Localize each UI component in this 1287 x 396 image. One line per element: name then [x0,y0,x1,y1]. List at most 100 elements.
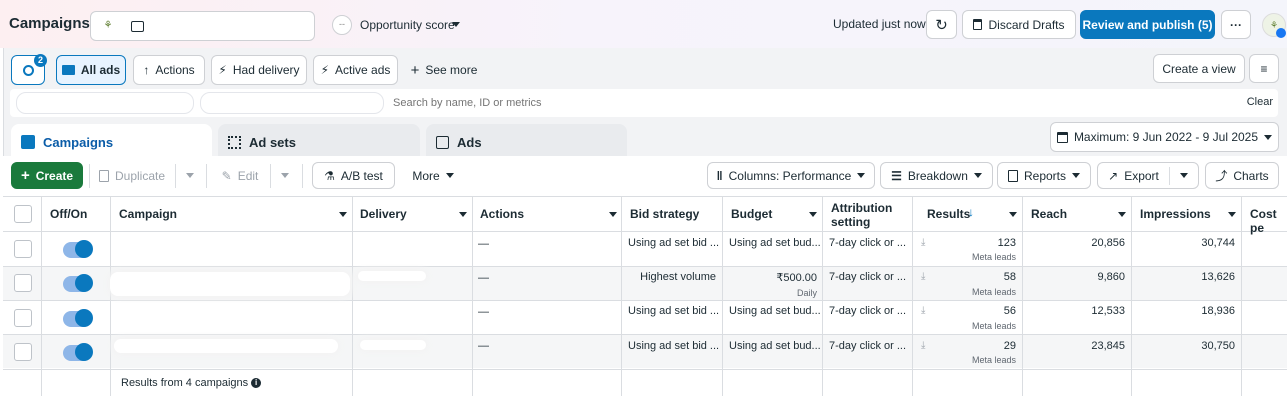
review-and-publish-button[interactable]: Review and publish (5) [1080,10,1215,39]
results-type: Meta leads [971,287,1016,297]
redacted-campaign-name[interactable] [114,339,338,353]
filter-all-ads[interactable]: All ads [56,55,126,85]
header-actions[interactable]: Actions [480,207,524,221]
row-checkbox[interactable] [14,240,32,258]
column-divider [1241,196,1242,396]
tab-ad-sets[interactable]: Ad sets [218,124,420,160]
row-checkbox[interactable] [14,309,32,327]
sort-desc-arrow-icon[interactable]: ↓ [968,205,974,219]
chevron-down-icon[interactable] [452,22,460,27]
download-icon: ⤓ [921,237,926,248]
sort-caret-icon[interactable] [1228,212,1236,217]
ab-test-button[interactable]: ⚗︎ A/B test [312,162,395,189]
bid-strategy-cell: Highest volume [640,271,716,283]
download-icon: ⤓ [921,305,926,316]
results-summary-label: Results from 4 campaigns [121,377,249,389]
search-input[interactable] [393,92,1233,114]
table-border [3,334,1287,335]
header-budget[interactable]: Budget [731,207,772,221]
budget-cell: Using ad set bud... [729,237,821,249]
header-attribution[interactable]: Attribution [831,201,892,215]
budget-cell: ₹500.00 [776,272,817,284]
campaign-toggle[interactable] [63,274,93,292]
campaign-toggle[interactable] [63,309,93,327]
edit-button[interactable]: ✎ Edit [212,162,268,189]
header-impressions[interactable]: Impressions [1140,207,1211,221]
table-border [3,300,1287,301]
date-range-label: Maximum: 9 Jun 2022 - 9 Jul 2025 [1073,130,1259,144]
sort-caret-icon[interactable] [809,212,817,217]
header-bid-strategy[interactable]: Bid strategy [630,207,699,221]
duplicate-icon [98,169,109,182]
sort-caret-icon[interactable] [1009,212,1017,217]
table-border [3,369,1287,370]
row-checkbox[interactable] [14,274,32,292]
impressions-cell: 30,750 [1201,340,1235,352]
header-cost-per-result[interactable]: Cost pe [1250,207,1287,235]
lightning-icon: ⚡︎ [320,63,330,77]
column-divider [352,196,353,396]
export-label: Export [1124,168,1159,183]
discard-drafts-button[interactable]: Discard Drafts [962,10,1076,39]
campaign-toggle[interactable] [63,343,93,361]
export-button[interactable]: ↗ Export [1097,162,1199,189]
columns-button[interactable]: ‖ Columns: Performance [707,162,875,189]
reach-cell: 12,533 [1091,305,1125,317]
chart-icon: ⤴ [1215,169,1228,183]
lightning-icon: ⚡︎ [218,63,227,77]
filter-had-delivery[interactable]: ⚡︎ Had delivery [211,55,307,85]
actions-cell: — [478,340,489,352]
header-delivery[interactable]: Delivery [360,207,407,221]
sort-caret-icon[interactable] [339,212,347,217]
page-title: Campaigns [9,15,90,32]
redacted-campaign-name[interactable] [110,272,350,296]
column-divider [621,196,622,396]
header-results[interactable]: Results [927,207,970,221]
campaign-toggle[interactable] [63,240,93,258]
updated-status: Updated just now [833,17,926,31]
campaigns-icon [21,135,35,149]
account-selector[interactable]: ⚘ [90,11,315,41]
sort-caret-icon[interactable] [459,212,467,217]
row-checkbox[interactable] [14,343,32,361]
flask-icon: ⚗︎ [324,168,335,183]
sort-caret-icon[interactable] [1118,212,1126,217]
filter-actions[interactable]: ↑ Actions [133,55,205,85]
chevron-down-icon [1179,173,1188,178]
results-summary: Results from 4 campaigns i [121,377,262,389]
more-options-button[interactable]: ··· [1221,10,1251,39]
reports-button[interactable]: Reports [997,162,1091,189]
header-reach[interactable]: Reach [1031,207,1067,221]
column-divider [1131,196,1132,396]
chevron-down-icon [857,173,866,178]
edit-dropdown[interactable] [272,162,298,189]
filter-active-ads[interactable]: ⚡︎ Active ads [313,55,398,85]
filter-active-ads-label: Active ads [335,63,391,77]
breakdown-button[interactable]: ☰ Breakdown [880,162,993,189]
duplicate-dropdown[interactable] [177,162,203,189]
refresh-button[interactable]: ↻ [926,10,957,39]
discard-drafts-label: Discard Drafts [988,17,1065,32]
tab-campaigns-label: Campaigns [43,134,114,150]
see-more-button[interactable]: + See more [406,55,482,85]
header-campaign[interactable]: Campaign [119,207,177,221]
filter-chip[interactable] [16,92,194,114]
redacted-delivery [358,271,426,281]
sort-caret-icon[interactable] [609,212,617,217]
opportunity-score-label[interactable]: Opportunity score [360,18,455,32]
tab-ads[interactable]: Ads [426,124,627,160]
filter-chip[interactable] [200,92,384,114]
more-button[interactable]: More [402,162,464,189]
select-all-checkbox[interactable] [14,205,32,223]
clear-search-link[interactable]: Clear [1247,96,1273,108]
charts-button[interactable]: ⤴ Charts [1205,162,1279,189]
create-button[interactable]: + Create [11,162,83,189]
results-type: Meta leads [971,321,1016,331]
column-divider [722,196,723,396]
info-icon[interactable]: i [251,378,262,389]
duplicate-button[interactable]: Duplicate [93,162,171,189]
create-a-view-button[interactable]: Create a view [1153,54,1245,83]
customize-button[interactable]: ≡ [1249,54,1279,83]
date-range-picker[interactable]: Maximum: 9 Jun 2022 - 9 Jul 2025 [1050,122,1279,152]
tab-campaigns[interactable]: Campaigns [11,124,212,160]
